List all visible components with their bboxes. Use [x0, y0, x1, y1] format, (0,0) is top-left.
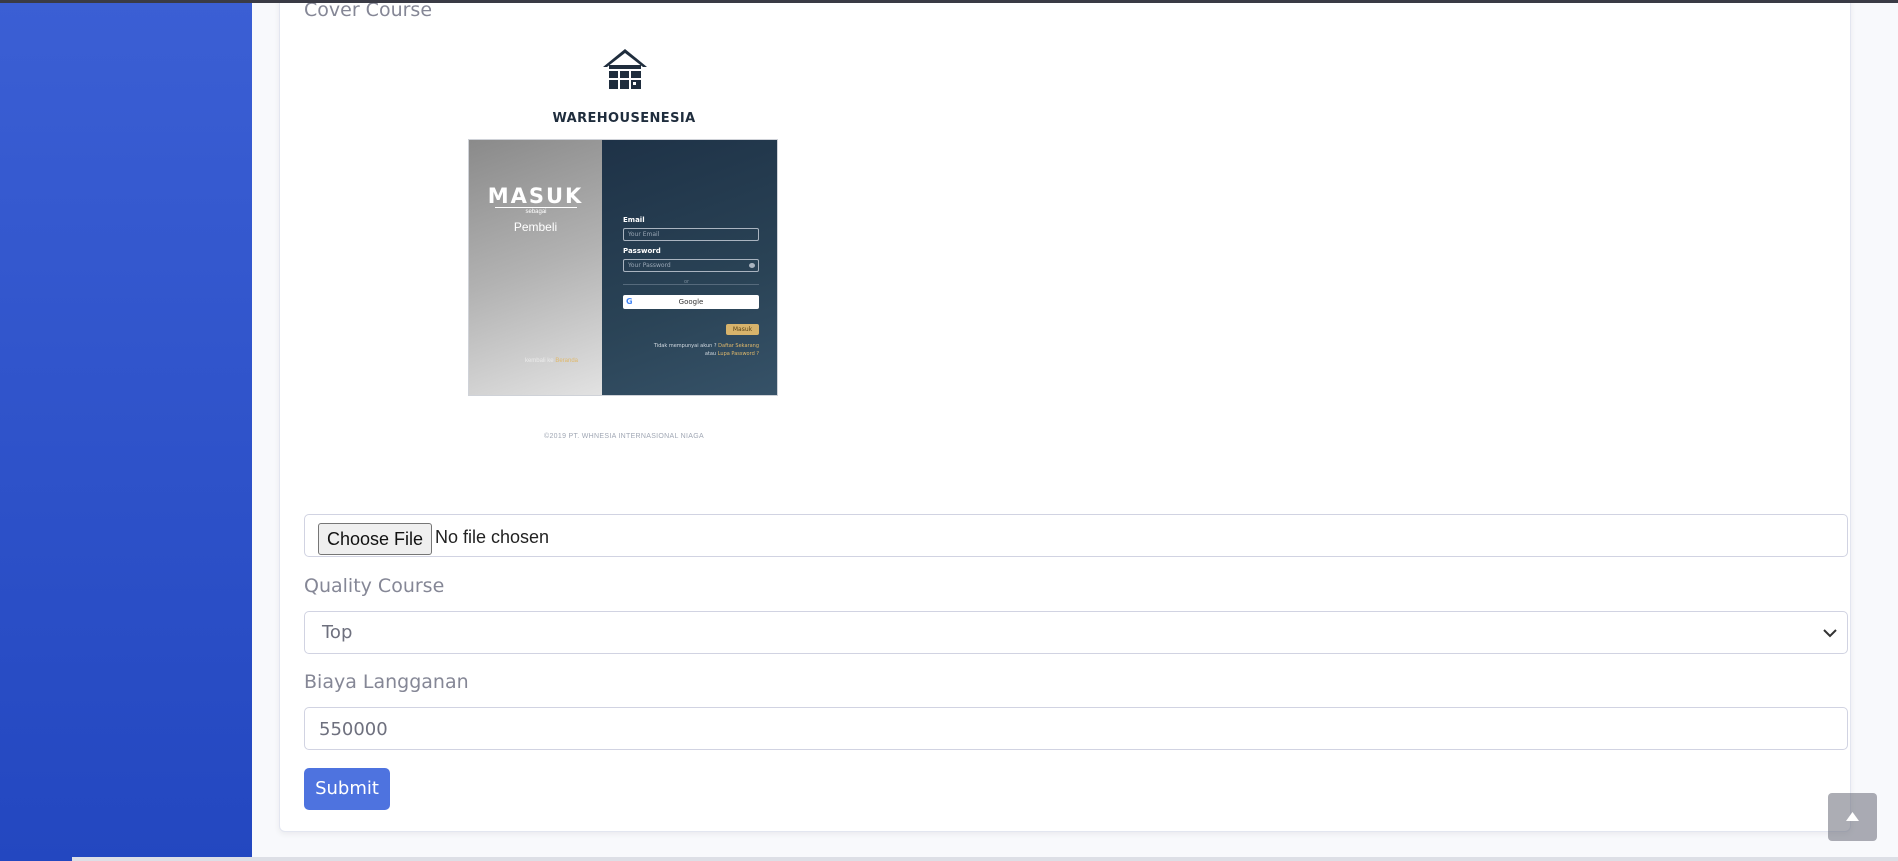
warehouse-house-icon [603, 49, 647, 89]
biaya-langganan-label: Biaya Langganan [304, 671, 469, 693]
no-account-line: Tidak mempunyai akun ? Daftar Sekarang [654, 343, 759, 349]
course-form-card: Cover Course WAREHOUSENESIA MASUK sebaga… [279, 0, 1851, 832]
quality-selected-value: Top [322, 622, 353, 643]
kembali-prefix: kembali ke [524, 358, 554, 364]
file-status: No file chosen [435, 527, 550, 547]
copyright-text: ©2019 PT. WHNESIA INTERNASIONAL NIAGA [544, 433, 704, 440]
cover-file-input[interactable]: Choose File No file chosen [304, 514, 1848, 557]
google-icon: G [626, 297, 633, 306]
email-label: Email [623, 216, 645, 224]
submit-button[interactable]: Submit [304, 768, 390, 810]
login-screenshot: MASUK sebagai Pembeli kembali ke Beranda… [468, 139, 778, 396]
login-left-panel: MASUK sebagai Pembeli kembali ke Beranda [469, 140, 602, 395]
google-login-button: G Google [623, 295, 759, 309]
masuk-button: Masuk [726, 324, 759, 335]
sebagai-text: sebagai [495, 207, 577, 215]
kembali-text: kembali ke Beranda [525, 358, 578, 364]
pembeli-text: Pembeli [513, 220, 558, 234]
forgot-line: atau Lupa Password ? [705, 351, 759, 357]
chevron-up-icon [1846, 812, 1859, 821]
password-label: Password [623, 247, 661, 255]
cover-image-preview: WAREHOUSENESIA MASUK sebagai Pembeli kem… [468, 39, 780, 459]
register-link: Daftar Sekarang [718, 343, 759, 349]
bottom-bar [72, 857, 1898, 861]
sidebar [0, 0, 252, 861]
eye-icon [749, 263, 755, 268]
scroll-to-top-button[interactable] [1828, 793, 1877, 841]
no-account-text: Tidak mempunyai akun ? [653, 343, 717, 349]
biaya-langganan-input[interactable]: 550000 [304, 707, 1848, 750]
email-placeholder-field: Your Email [623, 228, 759, 241]
top-border [0, 0, 1898, 3]
choose-file-button[interactable]: Choose File [318, 523, 433, 555]
or-text: or [684, 279, 690, 285]
atau-text: atau [704, 351, 717, 357]
masuk-title: MASUK [487, 184, 584, 208]
forgot-link: Lupa Password ? [717, 351, 759, 357]
kembali-link: Beranda [555, 358, 578, 364]
quality-course-select[interactable]: Top [304, 611, 1848, 654]
google-label: Google [678, 298, 704, 306]
brand-name: WAREHOUSENESIA [552, 111, 696, 126]
password-placeholder-field: Your Password [623, 259, 759, 272]
quality-course-label: Quality Course [304, 575, 445, 597]
main-content: Cover Course WAREHOUSENESIA MASUK sebaga… [252, 0, 1898, 861]
chevron-down-icon [1823, 629, 1837, 638]
password-placeholder: Your Password [628, 262, 671, 269]
or-divider [623, 284, 759, 285]
login-right-panel: Email Your Email Password Your Password … [602, 140, 777, 395]
cover-course-label: Cover Course [304, 0, 433, 21]
